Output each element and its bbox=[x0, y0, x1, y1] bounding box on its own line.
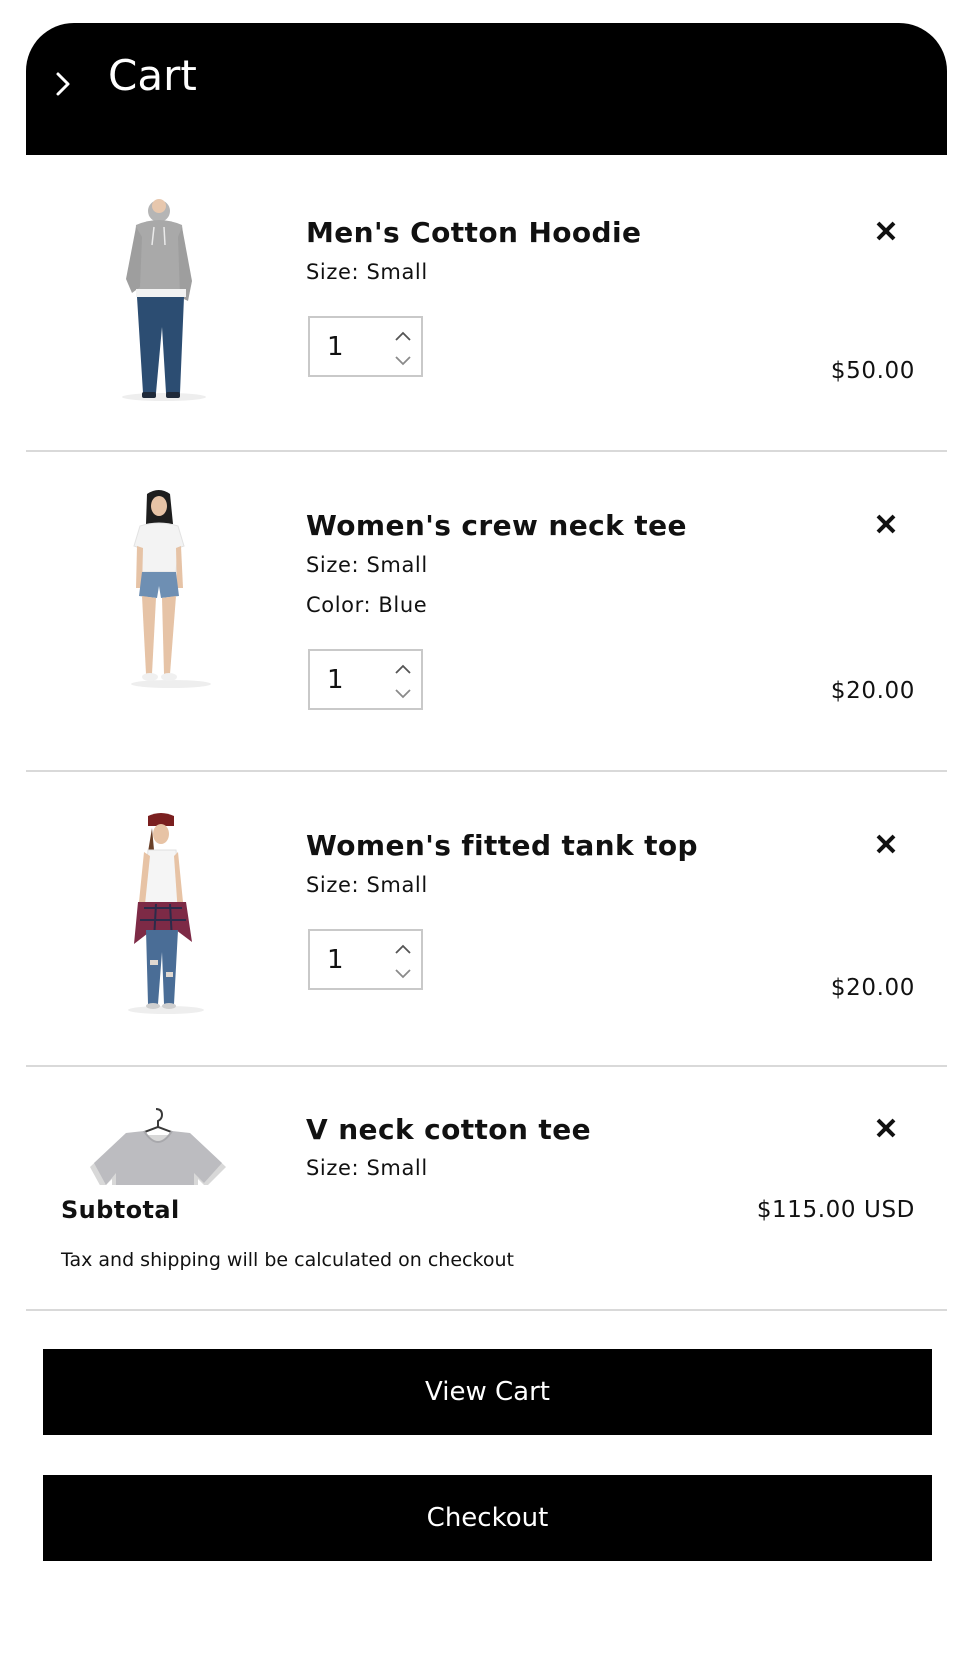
cart-item: Men's Cotton Hoodie Size: Small 1 $50.00 bbox=[26, 155, 947, 452]
product-size: Size: Small bbox=[306, 873, 428, 897]
chevron-up-icon[interactable] bbox=[393, 328, 413, 344]
chevron-down-icon[interactable] bbox=[393, 966, 413, 982]
subtotal-label: Subtotal bbox=[61, 1196, 180, 1224]
close-icon[interactable] bbox=[873, 511, 899, 537]
product-color: Color: Blue bbox=[306, 593, 428, 617]
product-price: $50.00 bbox=[830, 358, 915, 384]
cart-drawer: Cart Men's Cotton Hoodie Size: Small 1 $… bbox=[26, 23, 947, 1648]
chevron-down-icon[interactable] bbox=[393, 353, 413, 369]
cart-header: Cart bbox=[26, 23, 947, 155]
quantity-value[interactable]: 1 bbox=[327, 332, 344, 362]
cart-title: Cart bbox=[108, 51, 197, 100]
chevron-down-icon[interactable] bbox=[393, 686, 413, 702]
product-title[interactable]: Men's Cotton Hoodie bbox=[306, 215, 641, 251]
quantity-value[interactable]: 1 bbox=[327, 665, 344, 695]
quantity-value[interactable]: 1 bbox=[327, 945, 344, 975]
close-icon[interactable] bbox=[873, 218, 899, 244]
product-size: Size: Small bbox=[306, 1156, 428, 1180]
cart-summary: Subtotal $115.00 USD Tax and shipping wi… bbox=[26, 1185, 947, 1310]
product-image-hoodie[interactable] bbox=[66, 197, 241, 402]
close-icon[interactable] bbox=[873, 831, 899, 857]
product-title[interactable]: Women's fitted tank top bbox=[306, 828, 698, 864]
product-title[interactable]: V neck cotton tee bbox=[306, 1112, 591, 1148]
cart-item: Women's fitted tank top Size: Small 1 $2… bbox=[26, 772, 947, 1067]
quantity-stepper[interactable]: 1 bbox=[308, 929, 423, 990]
product-size: Size: Small bbox=[306, 260, 428, 284]
close-icon[interactable] bbox=[873, 1115, 899, 1141]
chevron-right-icon[interactable] bbox=[48, 69, 78, 99]
quantity-stepper[interactable]: 1 bbox=[308, 649, 423, 710]
view-cart-button[interactable]: View Cart bbox=[43, 1349, 932, 1435]
product-price: $20.00 bbox=[830, 678, 915, 704]
checkout-button[interactable]: Checkout bbox=[43, 1475, 932, 1561]
tax-note: Tax and shipping will be calculated on c… bbox=[61, 1249, 514, 1271]
product-title[interactable]: Women's crew neck tee bbox=[306, 508, 687, 544]
chevron-up-icon[interactable] bbox=[393, 941, 413, 957]
quantity-stepper[interactable]: 1 bbox=[308, 316, 423, 377]
product-image-crew-neck-tee[interactable] bbox=[66, 488, 241, 688]
cart-item: Women's crew neck tee Size: Small Color:… bbox=[26, 452, 947, 772]
product-size: Size: Small bbox=[306, 553, 428, 577]
chevron-up-icon[interactable] bbox=[393, 661, 413, 677]
summary-divider bbox=[26, 1309, 947, 1311]
product-image-tank-top[interactable] bbox=[66, 812, 241, 1014]
product-price: $20.00 bbox=[830, 975, 915, 1001]
subtotal-value: $115.00 USD bbox=[756, 1197, 915, 1223]
